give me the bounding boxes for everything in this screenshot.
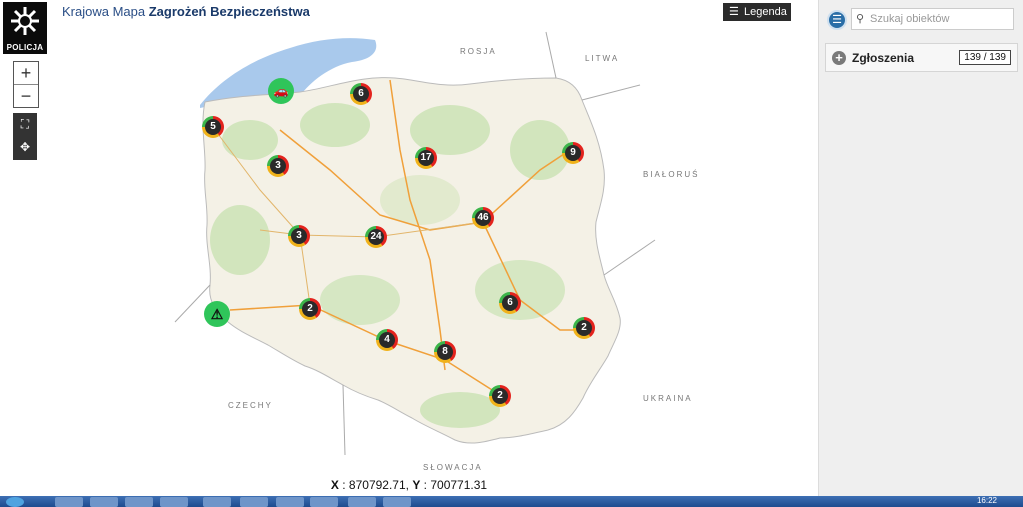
cluster-count: 17 xyxy=(418,150,434,166)
zoom-control: + − xyxy=(13,61,39,108)
search-input[interactable]: ⚲ Szukaj obiektów xyxy=(851,8,1014,30)
fullscreen-button[interactable]: ⛶ xyxy=(13,113,37,136)
zoom-in-button[interactable]: + xyxy=(14,62,38,84)
cluster-rzeszow[interactable]: 2 xyxy=(489,385,511,407)
taskbar-app[interactable] xyxy=(383,497,411,507)
taskbar-app[interactable] xyxy=(240,497,268,507)
car-incident-marker[interactable]: 🚗 xyxy=(268,78,294,104)
cluster-gorzow[interactable]: 3 xyxy=(267,155,289,177)
y-value: 700771.31 xyxy=(430,478,488,492)
x-value: 870792.71 xyxy=(348,478,406,492)
police-star-icon xyxy=(11,7,39,35)
cluster-wroclaw[interactable]: 2 xyxy=(299,298,321,320)
cluster-zielona-gora[interactable]: 3 xyxy=(288,225,310,247)
cluster-count: 6 xyxy=(353,86,369,102)
cluster-count: 2 xyxy=(492,388,508,404)
poland-map xyxy=(174,31,656,456)
country-label-bialorus: BIAŁORUŚ xyxy=(643,170,700,179)
locate-button[interactable]: ✥ xyxy=(13,136,37,159)
cluster-count: 46 xyxy=(475,210,491,226)
legend-label: Legenda xyxy=(744,6,787,18)
cluster-szczecin[interactable]: 5 xyxy=(202,116,224,138)
country-label-rosja: ROSJA xyxy=(460,47,497,56)
taskbar-app[interactable] xyxy=(310,497,338,507)
taskbar-app[interactable] xyxy=(276,497,304,507)
start-button[interactable] xyxy=(6,497,24,507)
cluster-count: 8 xyxy=(437,344,453,360)
cluster-count: 4 xyxy=(379,332,395,348)
sidebar: ☰ ⚲ Szukaj obiektów + Zgłoszenia 139 / 1… xyxy=(818,0,1023,496)
coordinates-readout: X : 870792.71, Y : 700771.31 xyxy=(330,478,488,492)
reports-count-badge: 139 / 139 xyxy=(959,50,1011,65)
warning-icon: ⚠ xyxy=(210,306,224,322)
search-placeholder: Szukaj obiektów xyxy=(870,13,950,25)
crosshair-icon: ✥ xyxy=(19,140,31,154)
cluster-count: 3 xyxy=(270,158,286,174)
cluster-warszawa[interactable]: 46 xyxy=(472,207,494,229)
country-label-ukraina: UKRAINA xyxy=(643,394,693,403)
country-label-czechy: CZECHY xyxy=(228,401,273,410)
cluster-count: 3 xyxy=(291,228,307,244)
cluster-kielce[interactable]: 6 xyxy=(499,292,521,314)
map-tools: ⛶ ✥ xyxy=(13,113,37,160)
car-icon: 🚗 xyxy=(273,84,289,98)
expand-plus-icon[interactable]: + xyxy=(832,51,846,65)
cluster-count: 2 xyxy=(302,301,318,317)
reports-section[interactable]: + Zgłoszenia 139 / 139 xyxy=(825,43,1018,72)
reports-label: Zgłoszenia xyxy=(852,51,915,65)
list-icon: ☰ xyxy=(729,6,739,19)
taskbar-app[interactable] xyxy=(55,497,83,507)
cluster-lublin[interactable]: 2 xyxy=(573,317,595,339)
policja-logo: POLICJA xyxy=(3,2,47,54)
taskbar-app[interactable] xyxy=(203,497,231,507)
taskbar-app[interactable] xyxy=(160,497,188,507)
os-taskbar: 16:22 xyxy=(0,496,1023,507)
cluster-bialystok[interactable]: 9 xyxy=(562,142,584,164)
taskbar-app[interactable] xyxy=(90,497,118,507)
cluster-opole[interactable]: 4 xyxy=(376,329,398,351)
cluster-gdansk[interactable]: 6 xyxy=(350,83,372,105)
legend-button[interactable]: ☰ Legenda xyxy=(723,3,791,21)
search-icon: ⚲ xyxy=(856,13,865,25)
cluster-count: 5 xyxy=(205,119,221,135)
zoom-out-button[interactable]: − xyxy=(14,84,38,107)
title-bold: Zagrożeń Bezpieczeństwa xyxy=(148,4,310,19)
taskbar-app[interactable] xyxy=(125,497,153,507)
cluster-count: 6 xyxy=(502,295,518,311)
logo-label: POLICJA xyxy=(6,43,44,52)
map-area[interactable]: POLICJA Krajowa Mapa Zagrożeń Bezpieczeń… xyxy=(0,0,818,496)
cluster-krakow[interactable]: 8 xyxy=(434,341,456,363)
fullscreen-icon: ⛶ xyxy=(20,117,30,131)
x-label: X xyxy=(330,478,339,492)
warning-incident-marker[interactable]: ⚠ xyxy=(204,301,230,327)
country-label-slowacja: SŁOWACJA xyxy=(423,463,483,472)
taskbar-app[interactable] xyxy=(348,497,376,507)
country-label-litwa: LITWA xyxy=(585,54,620,63)
cluster-count: 2 xyxy=(576,320,592,336)
title-prefix: Krajowa Mapa xyxy=(62,4,149,19)
hamburger-icon: ☰ xyxy=(832,14,842,26)
menu-button[interactable]: ☰ xyxy=(827,10,847,30)
cluster-count: 24 xyxy=(368,229,384,245)
cluster-bydgoszcz[interactable]: 17 xyxy=(415,147,437,169)
cluster-count: 9 xyxy=(565,145,581,161)
y-label: Y xyxy=(412,478,421,492)
taskbar-clock: 16:22 xyxy=(976,496,997,505)
cluster-poznan[interactable]: 24 xyxy=(365,226,387,248)
page-title: Krajowa Mapa Zagrożeń Bezpieczeństwa xyxy=(62,4,310,19)
